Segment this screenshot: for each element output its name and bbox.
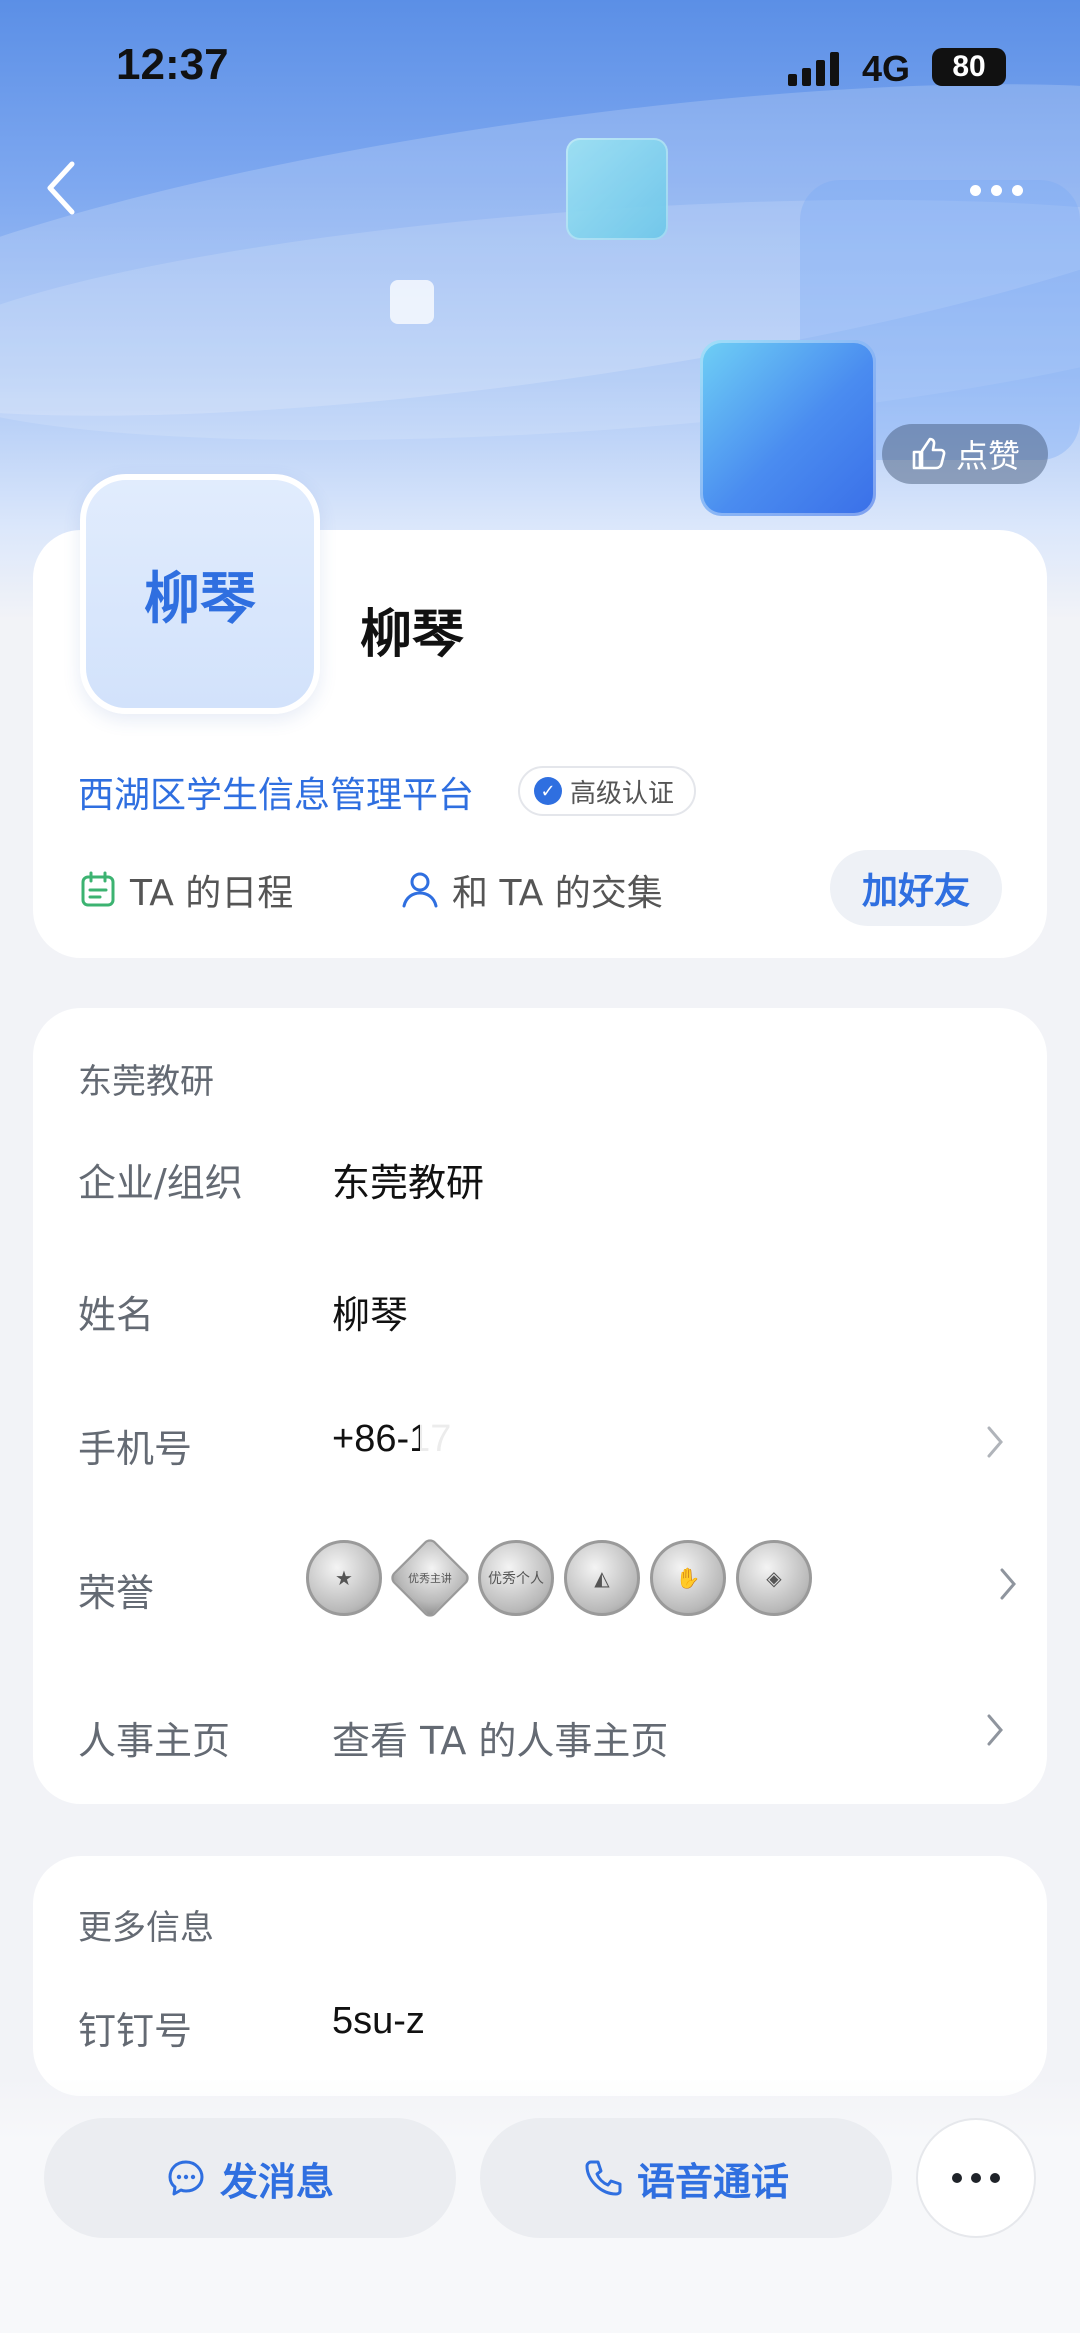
- profile-name: 柳琴: [360, 605, 465, 665]
- honor-badge-icon: ◈: [736, 1540, 812, 1616]
- more-actions-button[interactable]: [916, 2118, 1036, 2238]
- people-icon: [402, 872, 438, 908]
- row-label-phone: 手机号: [78, 1427, 193, 1471]
- row-value-name: 柳琴: [332, 1293, 409, 1337]
- chevron-right-icon: [987, 1426, 1003, 1458]
- network-type: 4G: [862, 48, 911, 89]
- battery-level: 80: [952, 50, 986, 83]
- info-card: [33, 1008, 1047, 1804]
- battery-icon: 80: [932, 48, 1006, 86]
- voice-call-label: 语音通话: [636, 2159, 789, 2204]
- schedule-label: TA 的日程: [130, 873, 294, 914]
- thumbs-up-icon: [912, 437, 946, 470]
- more-options-button[interactable]: [970, 170, 1030, 210]
- honor-badge-icon: 优秀个人: [478, 1540, 554, 1616]
- honor-badges[interactable]: ★ 优秀主讲 优秀个人 ◭ ✋ ◈: [306, 1536, 812, 1620]
- signal-icon: [788, 50, 850, 86]
- status-time: 12:37: [116, 40, 229, 89]
- chevron-left-icon: [47, 161, 75, 215]
- decorative-cube: [700, 340, 876, 516]
- send-message-button[interactable]: 发消息: [44, 2118, 456, 2238]
- badge-label: 优秀主讲: [408, 1572, 452, 1586]
- organization-link[interactable]: 西湖区学生信息管理平台: [78, 766, 474, 818]
- intersection-button[interactable]: 和 TA 的交集: [398, 864, 663, 916]
- phone-icon: [585, 2160, 622, 2196]
- chat-bubble-icon: [168, 2160, 204, 2196]
- verified-icon: ✓: [534, 777, 562, 805]
- add-friend-button[interactable]: 加好友: [830, 850, 1002, 926]
- honor-badge-icon: ★: [306, 1540, 382, 1616]
- row-value-dingtalk-id[interactable]: 5su-z: [332, 2000, 425, 2043]
- row-label-honors: 荣誉: [78, 1571, 155, 1615]
- voice-call-button[interactable]: 语音通话: [480, 2118, 892, 2238]
- chevron-right-icon[interactable]: [998, 1566, 1018, 1602]
- badge-label: 优秀个人: [488, 1571, 544, 1587]
- row-label-hr-page: 人事主页: [78, 1719, 231, 1763]
- decorative-cube: [390, 280, 434, 324]
- back-button[interactable]: [40, 158, 84, 218]
- section-title: 更多信息: [78, 1908, 214, 1948]
- cert-label: 高级认证: [570, 778, 675, 809]
- redaction-mask: [438, 1996, 638, 2050]
- honor-badge-icon: 优秀主讲: [388, 1536, 472, 1620]
- honor-badge-icon: ✋: [650, 1540, 726, 1616]
- send-message-label: 发消息: [219, 2159, 334, 2204]
- row-label-organization: 企业/组织: [78, 1161, 243, 1205]
- decorative-cube: [566, 138, 668, 240]
- more-info-card: [33, 1856, 1047, 2096]
- avatar[interactable]: 柳琴: [80, 474, 320, 714]
- row-label-name: 姓名: [78, 1293, 155, 1337]
- redaction-mask: [420, 1412, 710, 1468]
- row-value-organization: 东莞教研: [332, 1161, 485, 1205]
- intersection-label: 和 TA 的交集: [452, 873, 663, 914]
- section-title: 东莞教研: [78, 1062, 214, 1102]
- avatar-text: 柳琴: [144, 566, 256, 632]
- like-label: 点赞: [955, 437, 1020, 475]
- calendar-icon: [81, 871, 115, 907]
- row-value-hr-page[interactable]: 查看 TA 的人事主页: [332, 1710, 668, 1765]
- chevron-right-icon: [987, 1714, 1003, 1746]
- schedule-button[interactable]: TA 的日程: [78, 864, 293, 916]
- certification-badge[interactable]: ✓ 高级认证: [518, 766, 697, 816]
- row-label-dingtalk-id: 钉钉号: [78, 2009, 193, 2053]
- like-button[interactable]: 点赞: [882, 424, 1048, 484]
- honor-badge-icon: ◭: [564, 1540, 640, 1616]
